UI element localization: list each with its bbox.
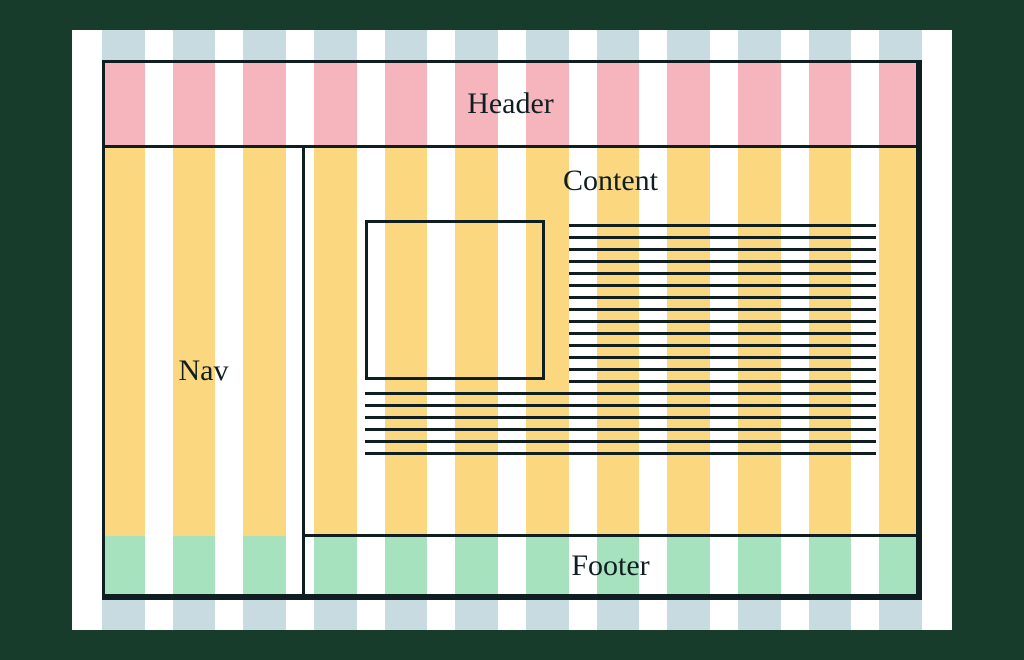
- header-label: Header: [467, 87, 554, 121]
- image-placeholder: [365, 220, 545, 380]
- content-body: [365, 220, 876, 504]
- footer-region: Footer: [302, 534, 919, 597]
- layout-grid: Header Nav Content Footer: [102, 60, 922, 600]
- layout-diagram: Header Nav Content Footer: [72, 30, 952, 630]
- text-lines-right: [569, 224, 876, 392]
- footer-label: Footer: [571, 549, 649, 583]
- content-region: Content: [302, 145, 919, 537]
- header-region: Header: [102, 60, 919, 148]
- text-lines-full: [365, 392, 876, 464]
- nav-label: Nav: [179, 354, 229, 388]
- content-label: Content: [563, 164, 658, 198]
- nav-region: Nav: [102, 145, 305, 597]
